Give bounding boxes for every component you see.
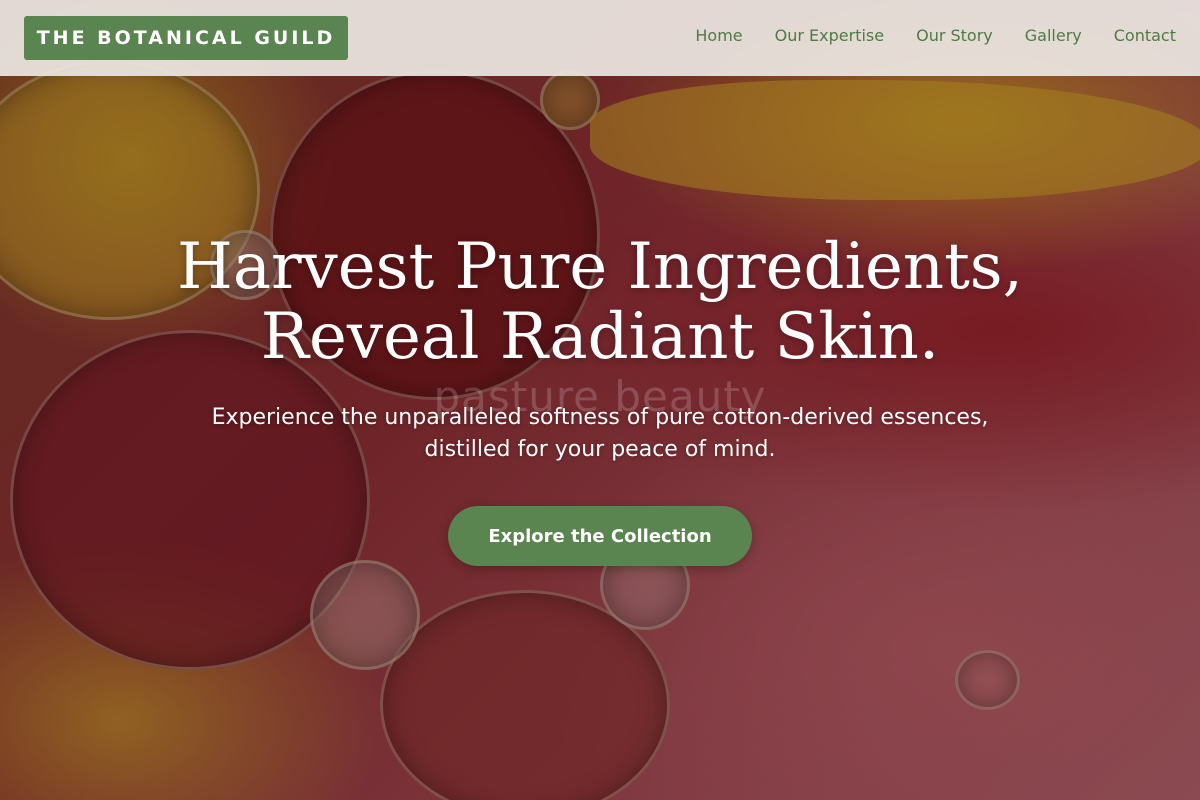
hero-headline-line-1: Harvest Pure Ingredients, <box>177 230 1023 304</box>
nav-link-home[interactable]: Home <box>695 26 742 45</box>
brand-logo[interactable]: THE BOTANICAL GUILD <box>24 16 348 60</box>
nav-link-our-expertise[interactable]: Our Expertise <box>775 26 884 45</box>
site-header: THE BOTANICAL GUILD Home Our Expertise O… <box>0 0 1200 76</box>
nav-link-our-story[interactable]: Our Story <box>916 26 993 45</box>
explore-collection-button[interactable]: Explore the Collection <box>448 506 752 566</box>
main-nav: Home Our Expertise Our Story Gallery Con… <box>695 26 1176 45</box>
hero-subtext-line-2: distilled for your peace of mind. <box>424 437 776 462</box>
nav-link-gallery[interactable]: Gallery <box>1025 26 1082 45</box>
hero-headline: Harvest Pure Ingredients, Reveal Radiant… <box>100 232 1100 372</box>
hero-subtext-line-1: Experience the unparalleled softness of … <box>211 405 989 430</box>
nav-link-contact[interactable]: Contact <box>1114 26 1176 45</box>
hero-background: pasture beauty <box>0 0 1200 800</box>
hero-subtext: Experience the unparalleled softness of … <box>150 402 1050 466</box>
hero-headline-line-2: Reveal Radiant Skin. <box>260 300 940 374</box>
